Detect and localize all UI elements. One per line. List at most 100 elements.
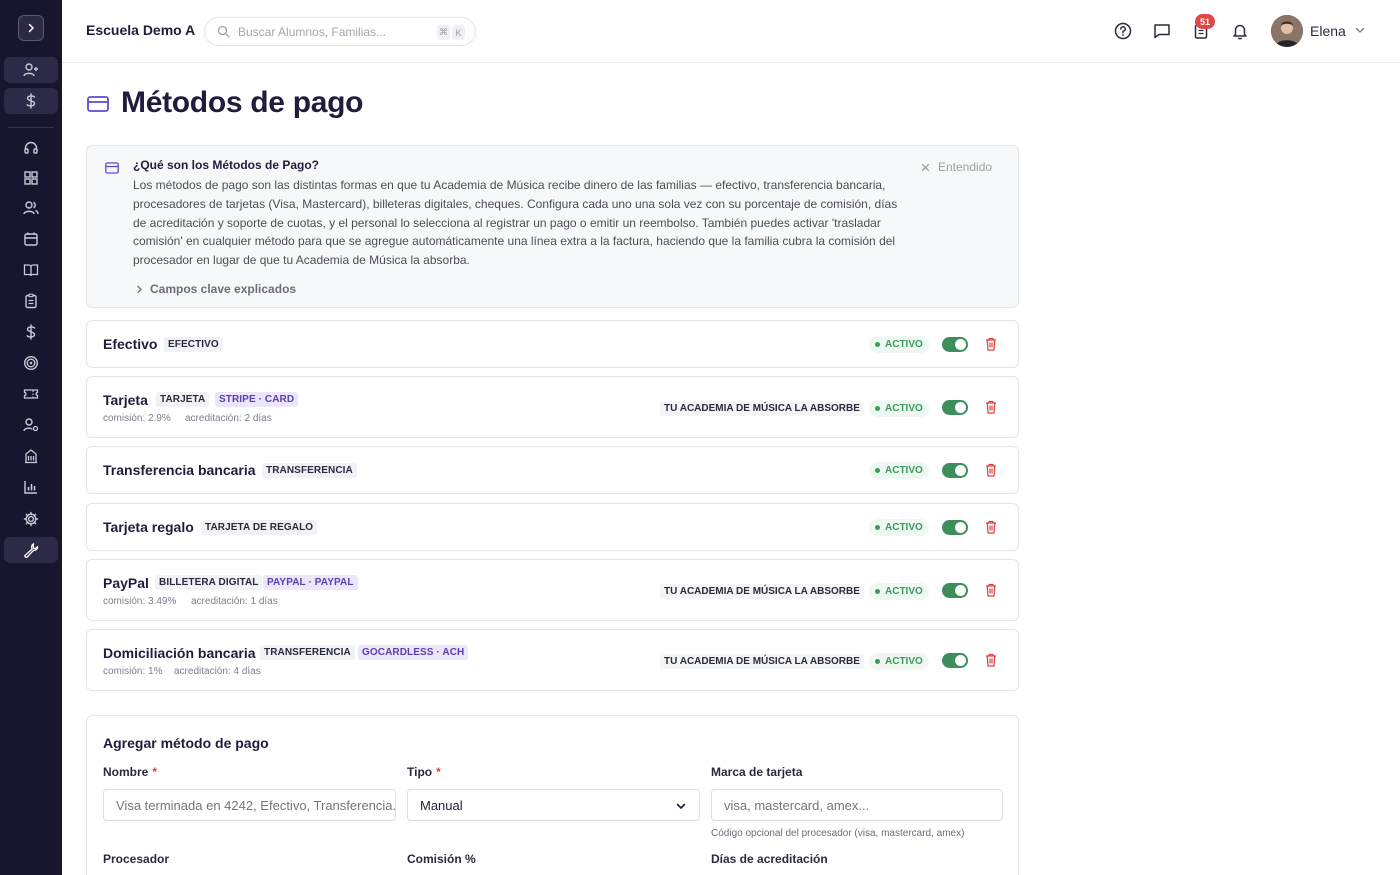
trash-icon[interactable] — [985, 520, 997, 534]
sidebar-item-tasks[interactable] — [4, 288, 58, 314]
trash-icon[interactable] — [985, 463, 997, 477]
card-brand-input[interactable] — [711, 789, 1003, 821]
info-panel: ¿Qué son los Métodos de Pago? Los método… — [86, 145, 1019, 308]
help-button[interactable] — [1112, 20, 1134, 42]
settlement-days-label: Días de acreditación — [711, 852, 828, 866]
key-fields-toggle[interactable]: Campos clave explicados — [135, 282, 296, 296]
active-toggle[interactable] — [942, 337, 968, 352]
active-toggle[interactable] — [942, 583, 968, 598]
status-badge: ACTIVO — [869, 583, 929, 600]
topbar: Escuela Demo A Buscar Alumnos, Familias.… — [62, 0, 1400, 63]
sidebar-item-calendar[interactable] — [4, 226, 58, 252]
school-name[interactable]: Escuela Demo A — [86, 22, 195, 38]
payment-method-row[interactable]: Domiciliación bancaria TRANSFERENCIA GOC… — [86, 629, 1019, 691]
key-fields-label: Campos clave explicados — [150, 282, 297, 296]
add-payment-method-form: Agregar método de pago Nombre* Tipo* Man… — [86, 715, 1019, 875]
ticket-icon — [23, 389, 39, 399]
commission-label: Comisión % — [407, 852, 476, 866]
status-badge: ACTIVO — [869, 462, 929, 479]
gear-icon — [23, 511, 39, 527]
sidebar-toggle-button[interactable] — [18, 15, 44, 41]
chevron-down-icon — [676, 803, 686, 810]
payment-method-row[interactable]: Efectivo EFECTIVO ACTIVO — [86, 320, 1019, 368]
method-type-tag: BILLETERA DIGITAL — [155, 575, 263, 590]
sidebar-item-goals[interactable] — [4, 350, 58, 376]
sidebar-item-people[interactable] — [4, 195, 58, 221]
sidebar-item-staff[interactable] — [4, 412, 58, 438]
active-toggle[interactable] — [942, 463, 968, 478]
sidebar-item-courses[interactable] — [4, 257, 58, 283]
sidebar-item-locations[interactable] — [4, 443, 58, 469]
sidebar-item-tickets[interactable] — [4, 381, 58, 407]
tasks-count-badge: 51 — [1195, 14, 1215, 29]
search-input[interactable]: Buscar Alumnos, Familias... ⌘ K — [204, 17, 476, 46]
chevron-right-icon — [28, 23, 35, 33]
dismiss-info-button[interactable]: Entendido — [921, 160, 992, 174]
method-name: Transferencia bancaria — [103, 462, 256, 478]
trash-icon[interactable] — [985, 400, 997, 414]
calendar-icon — [24, 232, 38, 246]
dismiss-label: Entendido — [938, 160, 993, 174]
type-select[interactable]: Manual — [407, 789, 700, 821]
commission-text: comisión: 3.49% — [103, 596, 177, 607]
avatar[interactable] — [1271, 15, 1303, 47]
processor-tag: PAYPAL · PAYPAL — [263, 575, 358, 590]
payment-method-row[interactable]: Tarjeta TARJETA STRIPE · CARD comisión: … — [86, 376, 1019, 438]
method-name: Domiciliación bancaria — [103, 645, 256, 661]
payment-method-row[interactable]: Tarjeta regalo TARJETA DE REGALO ACTIVO — [86, 503, 1019, 551]
trash-icon[interactable] — [985, 583, 997, 597]
page-title: Métodos de pago — [121, 86, 364, 119]
building-icon — [25, 449, 37, 464]
absorb-tag: TU ACADEMIA DE MÚSICA LA ABSORBE — [660, 401, 864, 416]
sidebar-item-support[interactable] — [4, 135, 58, 161]
book-open-icon — [23, 264, 39, 277]
card-brand-help: Código opcional del procesador (visa, ma… — [711, 828, 965, 839]
clipboard-icon — [25, 293, 37, 309]
sidebar-divider — [8, 127, 54, 128]
active-toggle[interactable] — [942, 400, 968, 415]
notifications-button[interactable] — [1229, 20, 1251, 42]
sidebar-item-dashboard[interactable] — [4, 165, 58, 191]
method-name: Efectivo — [103, 336, 158, 352]
search-placeholder: Buscar Alumnos, Familias... — [238, 24, 387, 39]
trash-icon[interactable] — [985, 653, 997, 667]
status-badge: ACTIVO — [869, 400, 929, 417]
chevron-down-icon[interactable] — [1354, 24, 1366, 36]
user-plus-icon — [23, 63, 38, 77]
shortcut-cmd-key: ⌘ — [437, 25, 450, 40]
type-select-value: Manual — [420, 797, 463, 813]
dollar-icon — [26, 93, 36, 109]
trash-icon[interactable] — [985, 337, 997, 351]
method-type-tag: TRANSFERENCIA — [260, 645, 355, 660]
commission-text: comisión: 2.9% — [103, 413, 171, 424]
sidebar-item-payment[interactable] — [4, 88, 58, 114]
credit-card-icon — [87, 96, 109, 112]
info-body: Los métodos de pago son las distintas fo… — [133, 178, 898, 268]
method-type-tag: TARJETA — [156, 392, 210, 407]
sidebar-item-tools[interactable] — [4, 537, 58, 563]
payment-method-row[interactable]: Transferencia bancaria TRANSFERENCIA ACT… — [86, 446, 1019, 494]
grid-icon — [24, 171, 38, 185]
messages-button[interactable] — [1151, 20, 1173, 42]
payment-method-row[interactable]: PayPal BILLETERA DIGITAL PAYPAL · PAYPAL… — [86, 559, 1019, 621]
method-name: Tarjeta — [103, 392, 148, 408]
message-square-icon — [1154, 24, 1170, 39]
sidebar-item-billing[interactable] — [4, 319, 58, 345]
card-brand-label: Marca de tarjeta — [711, 765, 803, 779]
user-name[interactable]: Elena — [1310, 23, 1346, 39]
active-toggle[interactable] — [942, 520, 968, 535]
sidebar-item-reports[interactable] — [4, 474, 58, 500]
processor-label: Procesador — [103, 852, 170, 866]
wrench-icon — [24, 543, 39, 558]
status-badge: ACTIVO — [869, 653, 929, 670]
sidebar-item-add-student[interactable] — [4, 57, 58, 83]
bell-icon — [1233, 24, 1247, 40]
active-toggle[interactable] — [942, 653, 968, 668]
settlement-text: acreditación: 1 días — [191, 596, 278, 607]
user-settings-icon — [23, 418, 39, 432]
name-input[interactable] — [103, 789, 396, 821]
commission-text: comisión: 1% — [103, 666, 163, 677]
headset-icon — [24, 141, 38, 154]
method-name: Tarjeta regalo — [103, 519, 194, 535]
sidebar-item-settings[interactable] — [4, 506, 58, 532]
